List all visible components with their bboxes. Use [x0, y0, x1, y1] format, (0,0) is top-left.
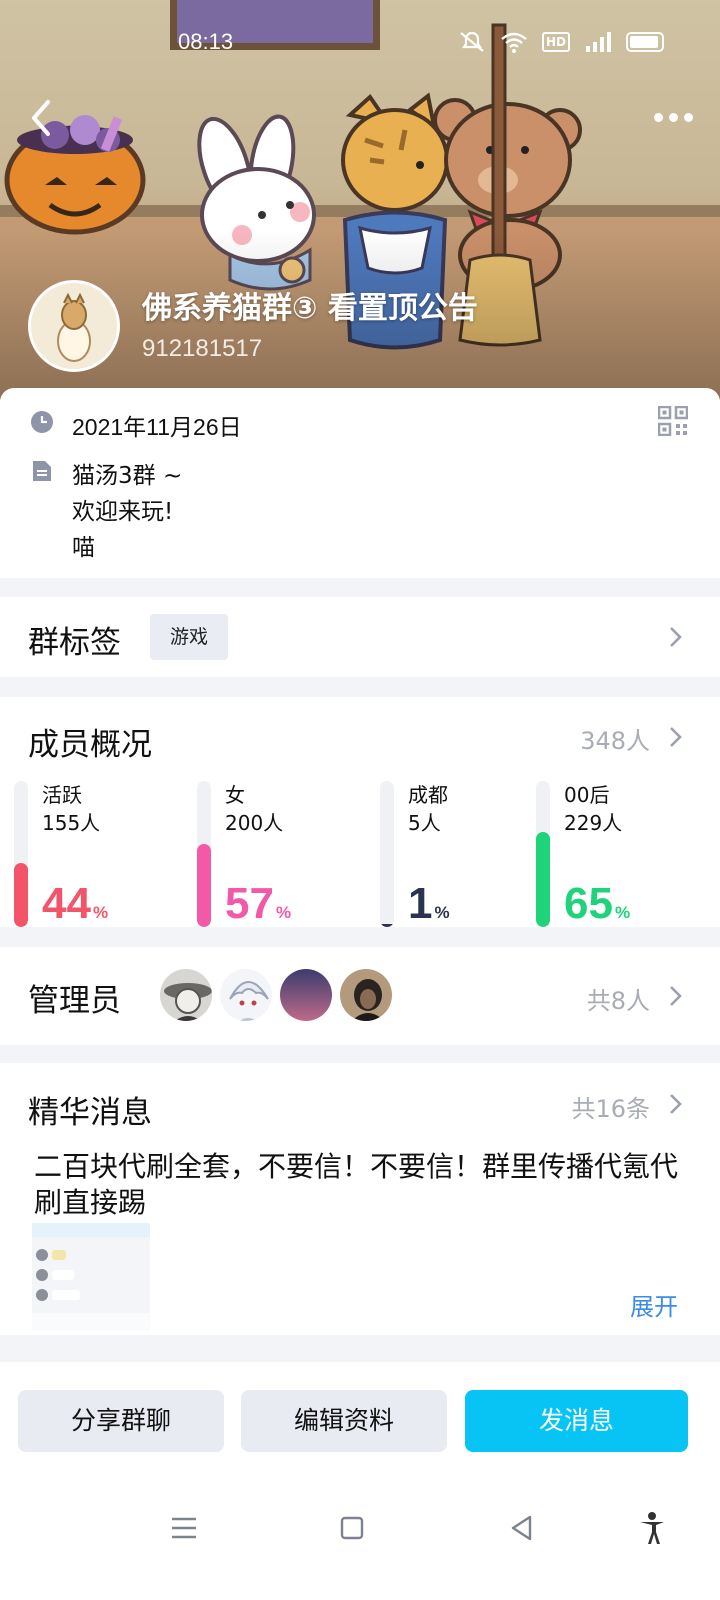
qr-code-icon[interactable] [658, 406, 688, 436]
admin-count: 共8人 [586, 987, 650, 1015]
dot-icon [683, 112, 693, 122]
tag-chip: 游戏 [150, 614, 229, 660]
intro-line: 猫汤3群 ~ [72, 463, 183, 489]
stat-active: 活跃 155人 44% [14, 781, 174, 927]
essence-messages-card[interactable]: 精华消息 共16条 二百块代刷全套，不要信！不要信！群里传播代氪代刷直接踢 展开 [0, 1063, 720, 1335]
battery-icon [626, 32, 664, 52]
stat-percent: 44% [42, 879, 109, 928]
stat-location: 成都 5人 1% [380, 781, 540, 927]
group-info-card: 2021年11月26日 猫汤3群 ~ 欢迎来玩! 喵 [0, 388, 720, 578]
stat-label: 活跃 155人 [42, 783, 101, 835]
essence-screenshot-thumbnail[interactable] [32, 1223, 150, 1331]
hd-icon: HD [541, 32, 570, 52]
expand-link[interactable]: 展开 [630, 1287, 678, 1322]
chevron-right-icon [670, 727, 682, 747]
clock-icon [31, 411, 53, 433]
avatar[interactable] [278, 967, 334, 1023]
stat-bar-fill [14, 862, 28, 927]
stat-label: 00后 229人 [564, 783, 623, 835]
share-group-button[interactable]: 分享群聊 [18, 1390, 224, 1452]
admins-row[interactable]: 管理员 共8人 [0, 947, 720, 1045]
stat-bar-fill [536, 832, 550, 927]
status-time: 08:13 [178, 29, 234, 54]
chevron-right-icon [670, 627, 682, 647]
group-intro: 猫汤3群 ~ 欢迎来玩! 喵 [72, 458, 182, 566]
stat-bar [14, 781, 28, 927]
group-name: 佛系养猫群③ 看置顶公告 [142, 291, 478, 326]
members-title: 成员概况 [28, 727, 152, 763]
stat-bar [380, 781, 394, 927]
wifi-icon [501, 32, 527, 53]
home-square-icon[interactable] [334, 1510, 370, 1546]
mute-icon [460, 31, 484, 52]
stat-percent: 57% [225, 879, 292, 928]
more-options-button[interactable] [650, 104, 696, 130]
status-icons: HD [458, 30, 664, 54]
chevron-right-icon [670, 1094, 682, 1114]
group-tags-row[interactable]: 群标签 游戏 [0, 597, 720, 677]
stat-label: 成都 5人 [408, 783, 448, 835]
essence-message-text[interactable]: 二百块代刷全套，不要信！不要信！群里传播代氪代刷直接踢 [34, 1149, 684, 1221]
avatar[interactable] [338, 967, 394, 1023]
document-icon [33, 461, 51, 481]
dot-icon [668, 112, 678, 122]
system-navigation-bar [0, 1472, 720, 1600]
chevron-right-icon [670, 986, 682, 1006]
accessibility-icon[interactable] [634, 1510, 670, 1546]
avatar[interactable] [158, 967, 214, 1023]
back-button[interactable] [24, 96, 60, 140]
tags-title: 群标签 [28, 625, 121, 661]
essence-count: 共16条 [571, 1095, 650, 1123]
stat-percent: 1% [408, 879, 450, 928]
group-avatar[interactable] [28, 280, 120, 372]
created-date: 2021年11月26日 [72, 414, 242, 440]
menu-icon[interactable] [166, 1510, 202, 1546]
essence-title: 精华消息 [28, 1095, 152, 1131]
stat-bar-fill [197, 843, 211, 927]
alpaca-avatar-image [31, 283, 117, 369]
edit-profile-button[interactable]: 编辑资料 [241, 1390, 447, 1452]
intro-line: 喵 [72, 535, 95, 561]
stat-bar-fill [380, 924, 394, 927]
intro-line: 欢迎来玩! [72, 499, 174, 525]
stat-female: 女 200人 57% [197, 781, 357, 927]
stat-percent: 65% [564, 879, 631, 928]
member-count: 348人 [580, 727, 650, 755]
admins-title: 管理员 [28, 983, 121, 1019]
send-message-button[interactable]: 发消息 [465, 1390, 688, 1452]
dot-icon [653, 112, 663, 122]
stat-age: 00后 229人 65% [536, 781, 696, 927]
member-overview-card[interactable]: 成员概况 348人 活跃 155人 44% 女 200人 57% 成都 5人 1% 0… [0, 697, 720, 927]
stat-bar [197, 781, 211, 927]
bottom-action-bar: 分享群聊 编辑资料 发消息 [0, 1362, 720, 1472]
avatar[interactable] [218, 967, 274, 1023]
stat-bar [536, 781, 550, 927]
status-bar: 08:13 HD [0, 26, 720, 62]
back-triangle-icon[interactable] [504, 1510, 540, 1546]
group-id: 912181517 [142, 335, 263, 362]
admin-avatars [158, 967, 394, 1023]
signal-4g-icon [586, 32, 611, 52]
stat-label: 女 200人 [225, 783, 284, 835]
